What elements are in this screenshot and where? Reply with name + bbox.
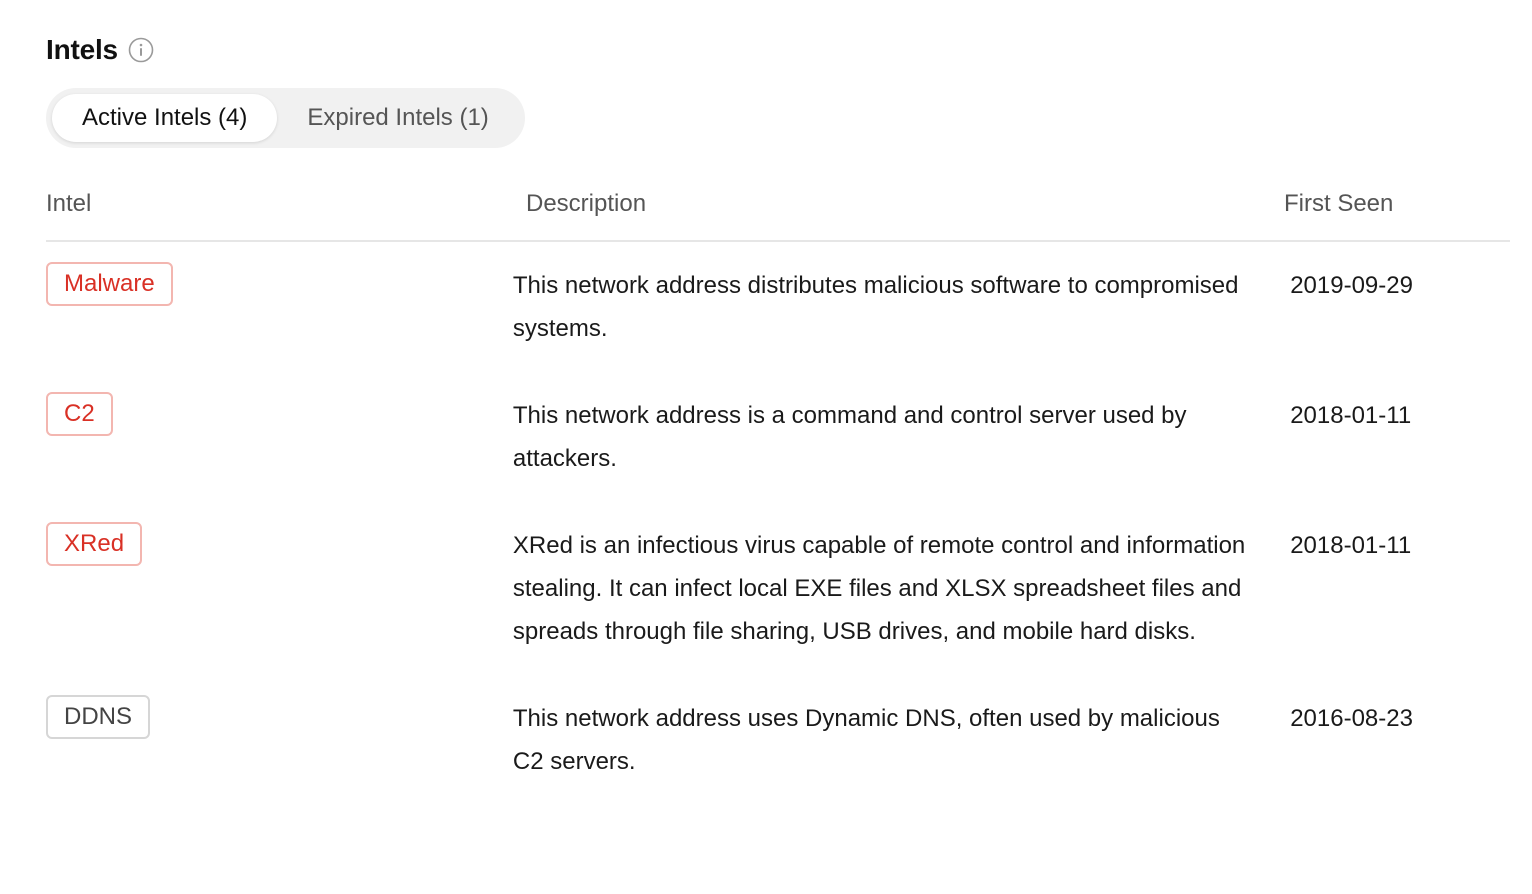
description-cell: This network address distributes malicio… — [512, 272, 1239, 342]
first-seen-cell: 2016-08-23 — [1290, 705, 1413, 732]
description-cell: This network address uses Dynamic DNS, o… — [512, 705, 1220, 775]
first-seen-cell: 2019-09-29 — [1290, 272, 1413, 299]
intel-tag-malware[interactable]: Malware — [46, 262, 173, 306]
intels-table: Intel Description First Seen Malware Thi… — [46, 182, 1510, 783]
intel-cell: DDNS — [46, 695, 513, 739]
intel-cell: XRed — [46, 522, 513, 566]
intel-tag-ddns[interactable]: DDNS — [46, 695, 151, 739]
intel-cell: C2 — [46, 392, 513, 436]
table-row: DDNS This network address uses Dynamic D… — [46, 695, 1510, 783]
tab-active-intels[interactable]: Active Intels (4) — [52, 94, 278, 142]
intel-tabs: Active Intels (4) Expired Intels (1) — [46, 88, 525, 148]
section-header: Intels — [46, 30, 1510, 70]
info-circle-icon[interactable] — [128, 37, 154, 63]
tab-expired-intels[interactable]: Expired Intels (1) — [277, 94, 518, 142]
intel-cell: Malware — [46, 262, 513, 306]
intels-panel: Intels Active Intels (4) Expired Intels … — [0, 0, 1510, 783]
first-seen-cell: 2018-01-11 — [1290, 402, 1412, 429]
table-header: Intel Description First Seen — [46, 182, 1510, 242]
description-cell: XRed is an infectious virus capable of r… — [512, 532, 1246, 645]
table-row: C2 This network address is a command and… — [46, 392, 1510, 480]
column-header-description[interactable]: Description — [526, 182, 1284, 218]
table-row: Malware This network address distributes… — [46, 262, 1510, 350]
column-header-first-seen[interactable]: First Seen — [1284, 182, 1510, 218]
column-header-intel[interactable]: Intel — [46, 182, 526, 218]
intel-tag-xred[interactable]: XRed — [46, 522, 143, 566]
first-seen-cell: 2018-01-11 — [1290, 532, 1412, 559]
table-row: XRed XRed is an infectious virus capable… — [46, 522, 1510, 653]
section-title: Intels — [46, 34, 118, 65]
intel-tag-c2[interactable]: C2 — [46, 392, 113, 436]
description-cell: This network address is a command and co… — [512, 402, 1187, 472]
